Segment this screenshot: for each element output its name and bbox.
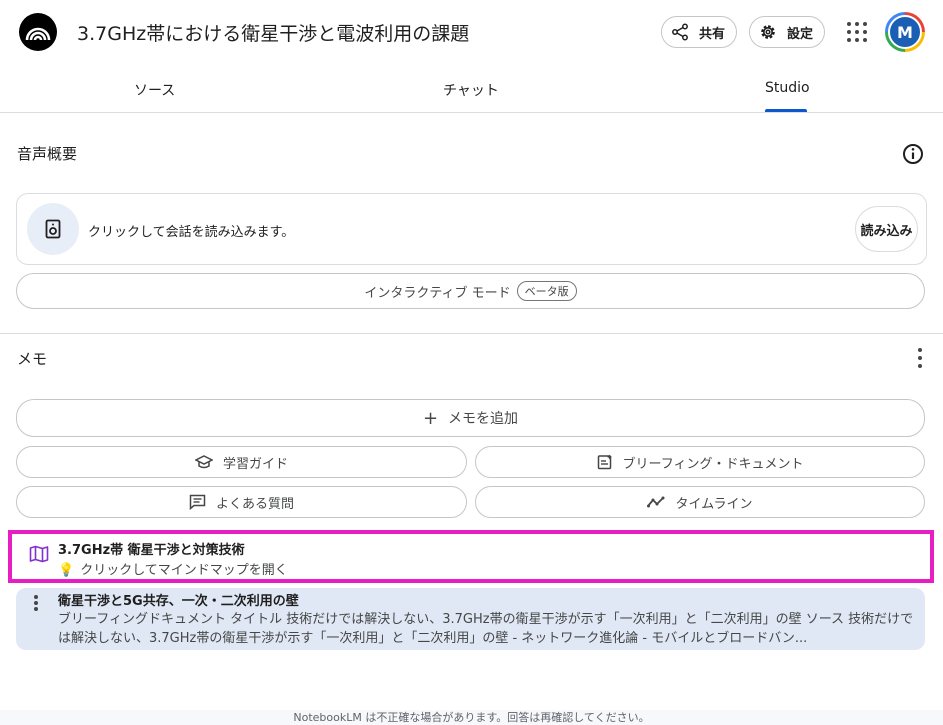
- faq-icon: [189, 494, 206, 510]
- note-card[interactable]: 衛星干渉と5G共存、一次・二次利用の壁 ブリーフィングドキュメント タイトル 技…: [16, 588, 925, 650]
- note-body: ブリーフィングドキュメント タイトル 技術だけでは解決しない、3.7GHz帯の衛…: [58, 612, 914, 646]
- briefing-doc-icon: [597, 454, 612, 470]
- account-avatar[interactable]: M: [885, 12, 925, 52]
- graduation-cap-icon: [194, 455, 213, 469]
- load-button[interactable]: 読み込み: [855, 206, 918, 252]
- timeline-button[interactable]: タイムライン: [475, 486, 925, 518]
- interactive-mode-label: インタラクティブ モード: [364, 285, 511, 301]
- note-title: 衛星干渉と5G共存、一次・二次利用の壁: [58, 594, 299, 609]
- briefing-doc-label: ブリーフィング・ドキュメント: [622, 456, 804, 472]
- tab-sources[interactable]: ソース: [134, 80, 175, 100]
- mindmap-note-item[interactable]: 3.7GHz帯 衛星干渉と対策技術 💡 クリックしてマインドマップを開く: [8, 530, 934, 583]
- disclaimer-footer: NotebookLM は不正確な場合があります。回答は再確認してください。: [0, 710, 943, 725]
- main-tabs: ソース チャット Studio: [0, 64, 943, 113]
- tab-studio[interactable]: Studio: [765, 80, 810, 96]
- briefing-doc-button[interactable]: ブリーフィング・ドキュメント: [475, 446, 925, 478]
- mindmap-title: 3.7GHz帯 衛星干渉と対策技術: [58, 543, 245, 558]
- beta-badge: ベータ版: [516, 281, 577, 301]
- faq-button[interactable]: よくある質問: [16, 486, 467, 518]
- mindmap-subtitle-text: クリックしてマインドマップを開く: [80, 563, 288, 578]
- audio-overview-card: クリックして会話を読み込みます。 読み込み: [16, 193, 927, 265]
- avatar-initial: M: [888, 15, 922, 49]
- notebook-title[interactable]: 3.7GHz帯における衛星干渉と電波利用の課題: [77, 19, 469, 46]
- app-header: 3.7GHz帯における衛星干渉と電波利用の課題 共有 設定 M: [0, 0, 943, 64]
- add-memo-button[interactable]: + メモを追加: [16, 399, 925, 437]
- map-icon: [29, 545, 49, 563]
- gear-icon: [761, 25, 775, 39]
- study-guide-label: 学習ガイド: [222, 456, 288, 472]
- study-guide-button[interactable]: 学習ガイド: [16, 446, 467, 478]
- memo-section-title: メモ: [17, 350, 48, 368]
- share-icon: [672, 23, 688, 41]
- audio-load-text: クリックして会話を読み込みます。: [88, 225, 295, 240]
- faq-label: よくある質問: [215, 496, 294, 512]
- apps-grid-icon[interactable]: [847, 22, 867, 42]
- active-tab-indicator: [765, 109, 807, 112]
- info-icon[interactable]: [902, 143, 924, 165]
- plus-icon: +: [422, 407, 439, 429]
- section-divider: [0, 333, 943, 334]
- share-label: 共有: [699, 26, 726, 42]
- share-button[interactable]: 共有: [661, 16, 737, 48]
- mindmap-subtitle: 💡 クリックしてマインドマップを開く: [58, 559, 288, 578]
- more-vert-icon[interactable]: [916, 348, 924, 368]
- settings-button[interactable]: 設定: [749, 16, 825, 48]
- tab-chat[interactable]: チャット: [443, 80, 499, 100]
- note-more-vert-icon[interactable]: [33, 595, 39, 611]
- timeline-icon: [647, 496, 665, 508]
- speaker-icon: [27, 203, 79, 255]
- timeline-label: タイムライン: [675, 496, 753, 512]
- interactive-mode-button[interactable]: インタラクティブ モード ベータ版: [16, 273, 925, 309]
- lightbulb-icon: 💡: [58, 563, 75, 578]
- settings-label: 設定: [787, 26, 814, 42]
- audio-overview-title: 音声概要: [17, 145, 78, 163]
- add-memo-label: メモを追加: [448, 411, 519, 427]
- notebooklm-logo-icon[interactable]: [19, 13, 57, 51]
